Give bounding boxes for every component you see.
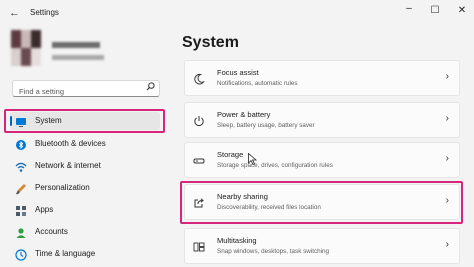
- sidebar-item-network[interactable]: Network & internet: [10, 157, 160, 175]
- sidebar-item-label: Bluetooth & devices: [35, 139, 106, 148]
- card-description: Storage space, drives, configuration rul…: [217, 162, 333, 169]
- sidebar-item-label: System: [35, 116, 62, 125]
- card-title: Storage: [217, 150, 244, 159]
- moon-icon: [193, 72, 205, 85]
- page-title: System: [182, 34, 239, 51]
- sidebar-item-label: Apps: [35, 205, 54, 214]
- card-title: Focus assist: [217, 68, 259, 77]
- storage-icon: [193, 154, 205, 166]
- sidebar-item-accounts[interactable]: Accounts: [10, 223, 160, 241]
- share-icon: [193, 196, 205, 208]
- chevron-right-icon: ›: [445, 195, 449, 206]
- card-title: Nearby sharing: [217, 192, 268, 201]
- sidebar-item-system[interactable]: System: [10, 112, 160, 130]
- user-name-redacted: [52, 42, 100, 48]
- multitasking-icon: [193, 240, 205, 252]
- card-description: Discoverability, received files location: [217, 204, 321, 211]
- title-bar: ← Settings – ☐ ✕: [0, 0, 474, 24]
- apps-icon: [15, 204, 27, 216]
- card-power-battery[interactable]: Power & battery Sleep, battery usage, ba…: [184, 102, 460, 138]
- card-description: Snap windows, desktops, task switching: [217, 248, 330, 255]
- mouse-pointer-icon: [248, 152, 258, 170]
- card-description: Notifications, automatic rules: [217, 80, 298, 87]
- minimize-button[interactable]: –: [402, 3, 416, 14]
- search-icon[interactable]: [146, 82, 155, 93]
- maximize-button[interactable]: ☐: [428, 5, 442, 16]
- chevron-right-icon: ›: [445, 113, 449, 124]
- sidebar-item-time-language[interactable]: Time & language: [10, 245, 160, 263]
- card-title: Power & battery: [217, 110, 271, 119]
- card-nearby-sharing[interactable]: Nearby sharing Discoverability, received…: [184, 184, 460, 220]
- accounts-icon: [15, 226, 27, 238]
- sidebar-item-bluetooth[interactable]: Bluetooth & devices: [10, 135, 160, 153]
- network-icon: [15, 160, 27, 172]
- chevron-right-icon: ›: [445, 153, 449, 164]
- back-arrow-icon[interactable]: ←: [9, 7, 20, 19]
- card-storage[interactable]: Storage Storage space, drives, configura…: [184, 142, 460, 178]
- chevron-right-icon: ›: [445, 239, 449, 250]
- search-input[interactable]: [13, 84, 139, 99]
- globe-clock-icon: [15, 248, 27, 261]
- user-email-redacted: [52, 55, 104, 60]
- brush-icon: [15, 182, 27, 195]
- avatar[interactable]: [11, 30, 41, 66]
- sidebar-item-label: Time & language: [35, 249, 96, 258]
- card-focus-assist[interactable]: Focus assist Notifications, automatic ru…: [184, 60, 460, 96]
- card-title: Multitasking: [217, 236, 257, 245]
- sidebar-item-label: Network & internet: [35, 161, 101, 170]
- chevron-right-icon: ›: [445, 71, 449, 82]
- search-box[interactable]: [12, 80, 160, 99]
- bluetooth-icon: [15, 138, 27, 150]
- power-icon: [193, 114, 205, 126]
- close-button[interactable]: ✕: [455, 5, 469, 16]
- monitor-icon: [15, 115, 27, 127]
- card-multitasking[interactable]: Multitasking Snap windows, desktops, tas…: [184, 228, 460, 264]
- window-title: Settings: [30, 8, 59, 17]
- sidebar-item-label: Personalization: [35, 183, 90, 192]
- card-description: Sleep, battery usage, battery saver: [217, 122, 315, 129]
- sidebar-item-label: Accounts: [35, 227, 68, 236]
- sidebar-item-apps[interactable]: Apps: [10, 201, 160, 219]
- sidebar-item-personalization[interactable]: Personalization: [10, 179, 160, 197]
